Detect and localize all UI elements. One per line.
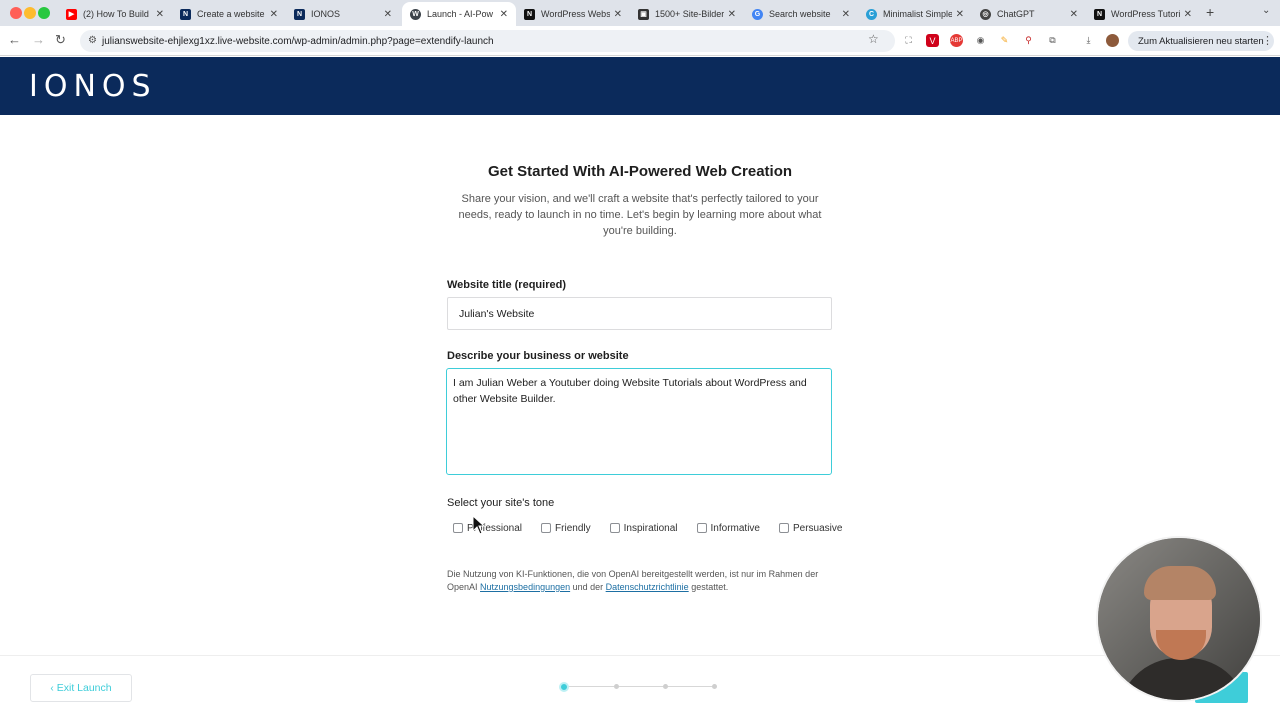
canva-icon: C xyxy=(866,8,877,20)
close-tab-icon[interactable]: ✕ xyxy=(156,9,164,20)
browser-tab[interactable]: N IONOS ✕ xyxy=(286,2,400,26)
privacy-policy-link[interactable]: Datenschutzrichtlinie xyxy=(606,582,689,592)
tone-label: Select your site's tone xyxy=(447,497,555,509)
tone-options: Professional Friendly Inspirational Info… xyxy=(447,517,842,539)
extension-icon[interactable]: ✎ xyxy=(998,34,1011,47)
page-title: Get Started With AI-Powered Web Creation xyxy=(487,163,793,180)
ionos-logo: IONOS xyxy=(29,69,157,104)
close-tab-icon[interactable]: ✕ xyxy=(956,9,964,20)
exit-launch-button[interactable]: ‹ Exit Launch xyxy=(30,674,132,702)
screenshot-extension-icon[interactable]: ⛶ xyxy=(902,34,915,47)
step-dot xyxy=(712,684,717,689)
close-tab-icon[interactable]: ✕ xyxy=(1184,9,1192,20)
checkbox[interactable] xyxy=(779,523,789,533)
close-tab-icon[interactable]: ✕ xyxy=(1070,9,1078,20)
site-header: IONOS xyxy=(0,57,1280,115)
mouse-cursor-icon xyxy=(472,515,486,535)
checkbox[interactable] xyxy=(696,523,707,533)
tone-option-persuasive[interactable]: Persuasive xyxy=(773,517,848,539)
ionos-icon: N xyxy=(294,8,305,20)
chatgpt-icon: ◎ xyxy=(980,8,991,20)
site-settings-icon[interactable]: ⚙ xyxy=(88,35,97,46)
maximize-window-icon[interactable] xyxy=(38,7,50,19)
browser-tab[interactable]: ▶ (2) How To Build ✕ xyxy=(58,2,172,26)
forward-icon[interactable]: → xyxy=(32,32,45,47)
browser-tab[interactable]: ▣ 1500+ Site-Bilder ✕ xyxy=(630,2,744,26)
adblock-extension-icon[interactable]: ABP xyxy=(950,34,963,47)
close-tab-icon[interactable]: ✕ xyxy=(270,9,278,20)
tone-option-informative[interactable]: Informative xyxy=(691,517,766,539)
google-icon: G xyxy=(752,8,763,20)
website-title-label: Website title (required) xyxy=(447,279,566,291)
description-textarea[interactable]: I am Julian Weber a Youtuber doing Websi… xyxy=(446,368,832,475)
checkbox[interactable] xyxy=(609,523,620,533)
tab-search-icon[interactable]: ⌄ xyxy=(1262,5,1270,16)
close-tab-icon[interactable]: ✕ xyxy=(614,9,622,20)
close-tab-icon[interactable]: ✕ xyxy=(384,9,392,20)
browser-tab[interactable]: G Search website ✕ xyxy=(744,2,858,26)
browser-menu-icon[interactable]: ⋮ xyxy=(1262,34,1273,47)
wordpress-icon: W xyxy=(410,8,421,20)
url-field[interactable]: ⚙ julianswebsite-ehjlexg1xz.live-website… xyxy=(80,30,895,52)
webcam-overlay xyxy=(1096,536,1262,702)
back-icon[interactable]: ← xyxy=(8,32,21,47)
browser-tab-bar: ▶ (2) How To Build ✕ N Create a website … xyxy=(0,0,1280,26)
step-dot-active xyxy=(559,682,569,692)
download-icon[interactable]: ⤓ xyxy=(1082,34,1095,47)
openai-legal-notice: Die Nutzung von KI-Funktionen, die von O… xyxy=(447,569,819,592)
page-subtitle: Share your vision, and we'll craft a web… xyxy=(458,193,822,237)
ionos-icon: N xyxy=(180,8,191,20)
url-text: julianswebsite-ehjlexg1xz.live-website.c… xyxy=(102,35,494,47)
tone-option-professional[interactable]: Professional xyxy=(447,517,528,539)
close-window-icon[interactable] xyxy=(10,7,22,19)
tone-option-inspirational[interactable]: Inspirational xyxy=(604,517,684,539)
extensions-puzzle-icon[interactable]: ⧉ xyxy=(1046,34,1059,47)
chevron-left-icon: ‹ xyxy=(50,682,54,694)
browser-tab[interactable]: N WordPress Tutori ✕ xyxy=(1086,2,1200,26)
image-icon: ▣ xyxy=(638,8,649,20)
youtube-icon: ▶ xyxy=(66,8,77,20)
close-tab-icon[interactable]: ✕ xyxy=(728,9,736,20)
tone-option-friendly[interactable]: Friendly xyxy=(535,517,597,539)
notion-icon: N xyxy=(524,8,535,20)
website-title-input[interactable]: Julian's Website xyxy=(447,297,832,330)
vivino-extension-icon[interactable]: V xyxy=(926,34,939,47)
address-bar-row: ← → ↻ ⚙ julianswebsite-ehjlexg1xz.live-w… xyxy=(0,26,1280,56)
profile-avatar-icon[interactable] xyxy=(1106,34,1119,47)
progress-steps xyxy=(556,680,726,694)
close-tab-icon[interactable]: ✕ xyxy=(842,9,850,20)
step-dot xyxy=(663,684,668,689)
minimize-window-icon[interactable] xyxy=(24,7,36,19)
description-label: Describe your business or website xyxy=(447,350,629,362)
reload-icon[interactable]: ↻ xyxy=(55,32,66,48)
restart-to-update-button[interactable]: Zum Aktualisieren neu starten xyxy=(1128,31,1274,51)
notion-icon: N xyxy=(1094,8,1105,20)
browser-tab[interactable]: C Minimalist Simple ✕ xyxy=(858,2,972,26)
browser-tab[interactable]: N Create a website ✕ xyxy=(172,2,286,26)
footer-divider xyxy=(0,655,1280,656)
extension-icon[interactable]: ◉ xyxy=(974,34,987,47)
extension-icon[interactable]: ⚲ xyxy=(1022,34,1035,47)
browser-tab[interactable]: N WordPress Websi ✕ xyxy=(516,2,630,26)
bookmark-star-icon[interactable]: ☆ xyxy=(868,32,879,46)
checkbox[interactable] xyxy=(453,523,463,533)
browser-tab-active[interactable]: W Launch - AI-Pow ✕ xyxy=(402,2,516,26)
browser-tab[interactable]: ◎ ChatGPT ✕ xyxy=(972,2,1086,26)
checkbox[interactable] xyxy=(541,523,552,533)
progress-track xyxy=(566,686,716,687)
new-tab-icon[interactable]: + xyxy=(1206,4,1214,20)
close-tab-icon[interactable]: ✕ xyxy=(500,9,508,20)
terms-of-use-link[interactable]: Nutzungsbedingungen xyxy=(480,582,570,592)
step-dot xyxy=(614,684,619,689)
